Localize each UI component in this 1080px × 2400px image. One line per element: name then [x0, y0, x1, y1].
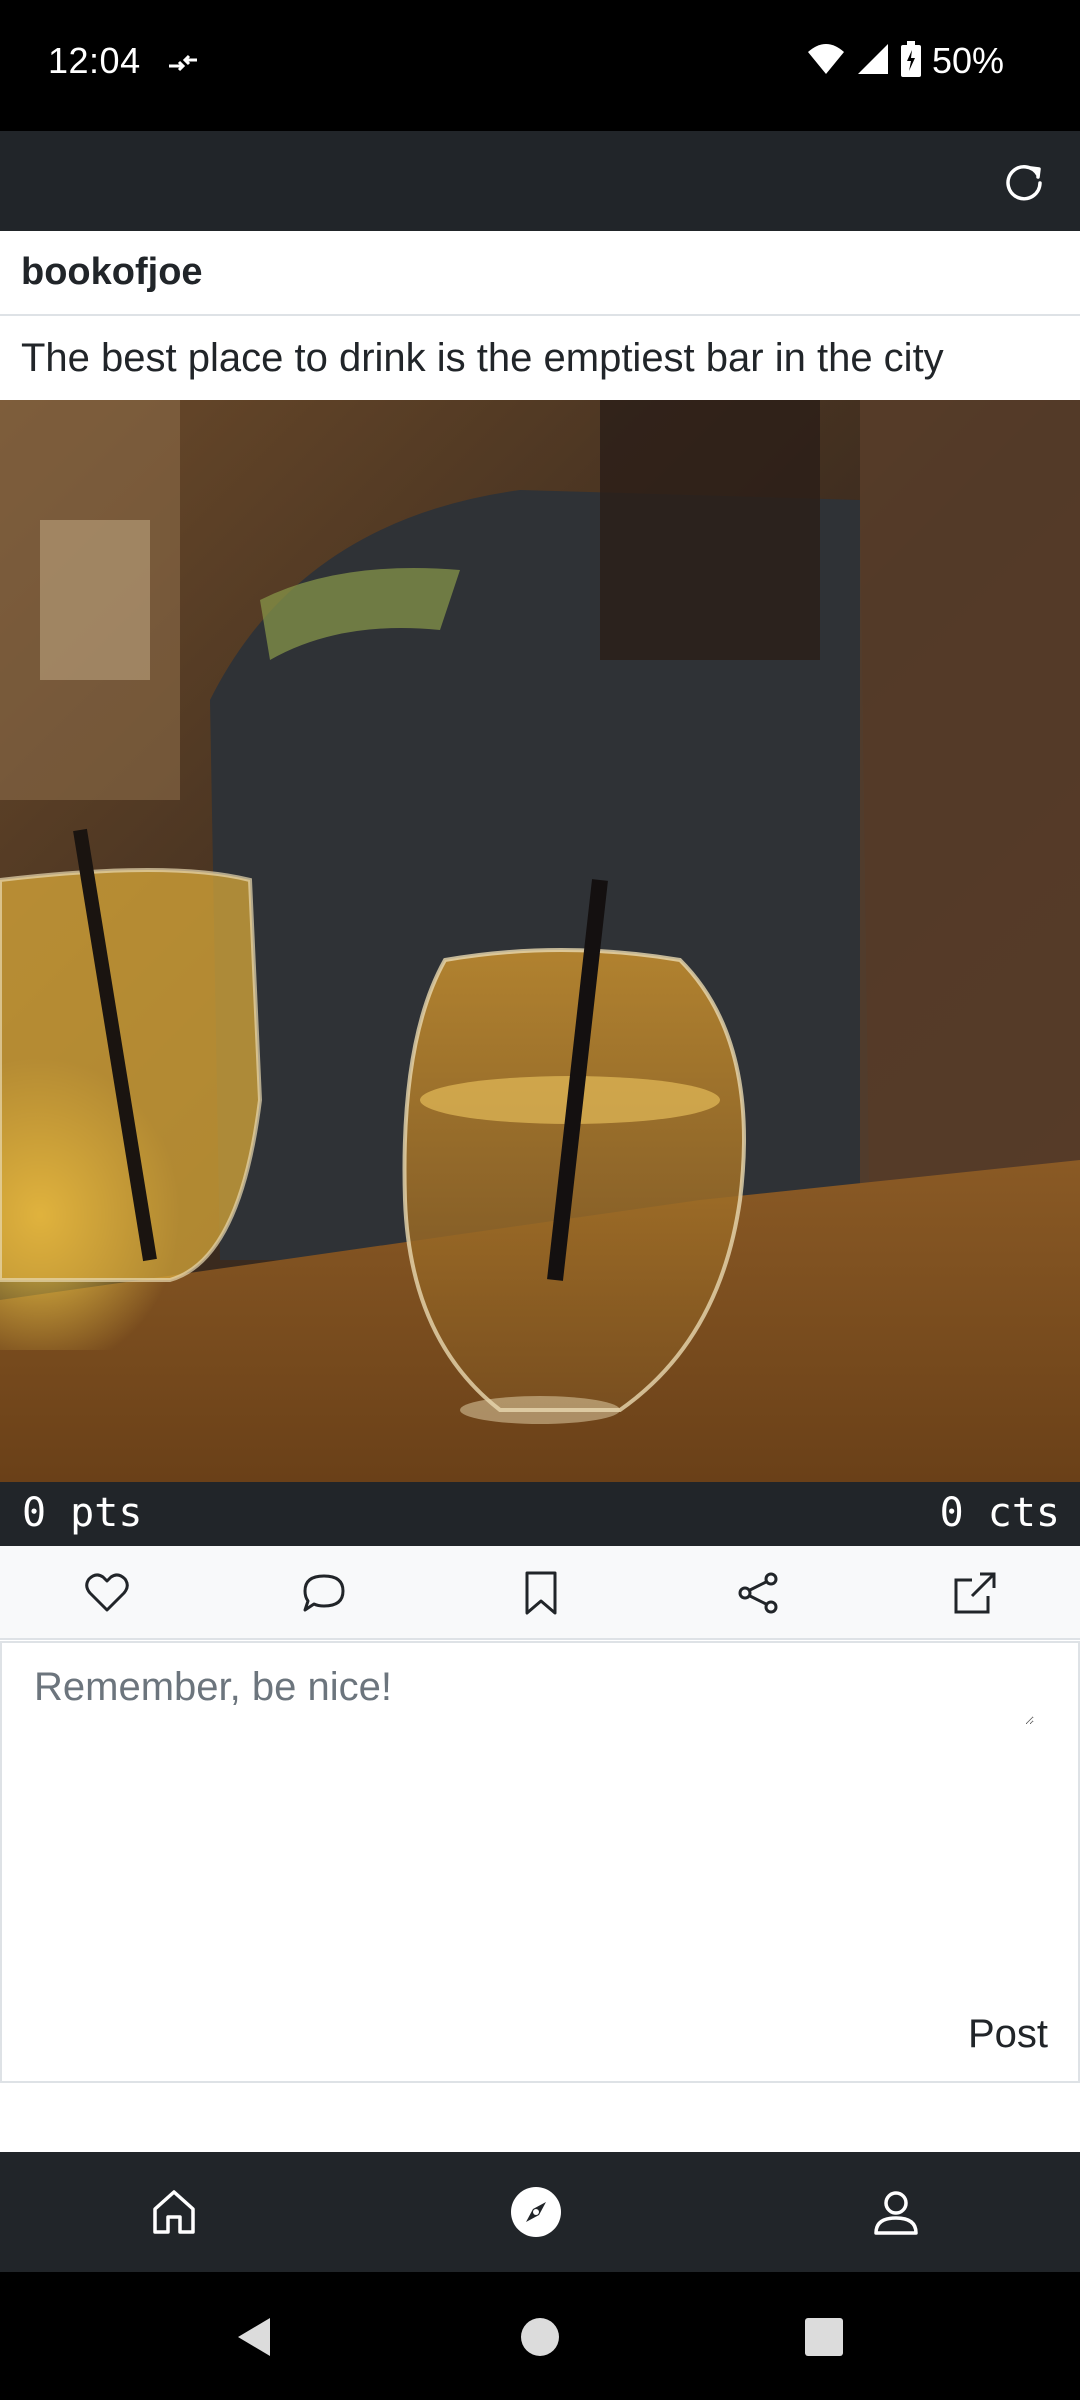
battery-percent: 50%	[931, 40, 1004, 81]
home-circle-icon	[521, 2318, 559, 2356]
status-bar: 12:04 50%	[0, 0, 1080, 131]
system-nav-bar	[0, 2272, 1080, 2400]
heart-icon	[85, 1573, 129, 1612]
points-count: 0 pts	[22, 1490, 143, 1536]
app-bar	[0, 131, 1080, 231]
comment-button[interactable]	[299, 1568, 349, 1618]
compass-icon	[511, 2187, 561, 2237]
person-icon	[874, 2191, 918, 2235]
external-link-icon	[954, 1572, 996, 1614]
refresh-icon	[1006, 165, 1042, 201]
wifi-icon	[806, 42, 846, 81]
data-transfer-icon	[165, 50, 201, 83]
bottom-nav	[0, 2152, 1080, 2272]
recents-square-icon	[805, 2318, 843, 2356]
nav-profile[interactable]	[866, 2182, 926, 2242]
post-card: bookofjoe The best place to drink is the…	[0, 231, 1080, 400]
post-title[interactable]: The best place to drink is the emptiest …	[0, 316, 1080, 400]
comment-box: Post	[0, 1641, 1080, 2083]
system-home-button[interactable]	[515, 2312, 565, 2362]
refresh-button[interactable]	[998, 155, 1050, 207]
battery-icon	[900, 40, 922, 82]
comment-input[interactable]	[34, 1665, 1034, 1725]
post-comment-button[interactable]: Post	[968, 2012, 1048, 2057]
nav-explore[interactable]	[506, 2182, 566, 2242]
post-stats: 0 pts 0 cts	[0, 1482, 1080, 1546]
like-button[interactable]	[82, 1568, 132, 1618]
home-icon	[153, 2190, 195, 2234]
system-back-button[interactable]	[230, 2312, 280, 2362]
post-image[interactable]	[0, 400, 1080, 1482]
nav-home[interactable]	[144, 2182, 204, 2242]
bookmark-button[interactable]	[516, 1568, 566, 1618]
status-time: 12:04	[48, 40, 141, 81]
share-icon	[738, 1572, 778, 1614]
post-author[interactable]: bookofjoe	[0, 231, 1080, 316]
system-recents-button[interactable]	[799, 2312, 849, 2362]
comments-count: 0 cts	[939, 1490, 1060, 1536]
back-triangle-icon	[238, 2318, 270, 2356]
bookmark-icon	[525, 1571, 557, 1615]
share-button[interactable]	[733, 1568, 783, 1618]
comment-icon	[303, 1574, 345, 1612]
open-external-button[interactable]	[950, 1568, 1000, 1618]
post-actions	[0, 1546, 1080, 1640]
signal-icon	[856, 42, 890, 81]
